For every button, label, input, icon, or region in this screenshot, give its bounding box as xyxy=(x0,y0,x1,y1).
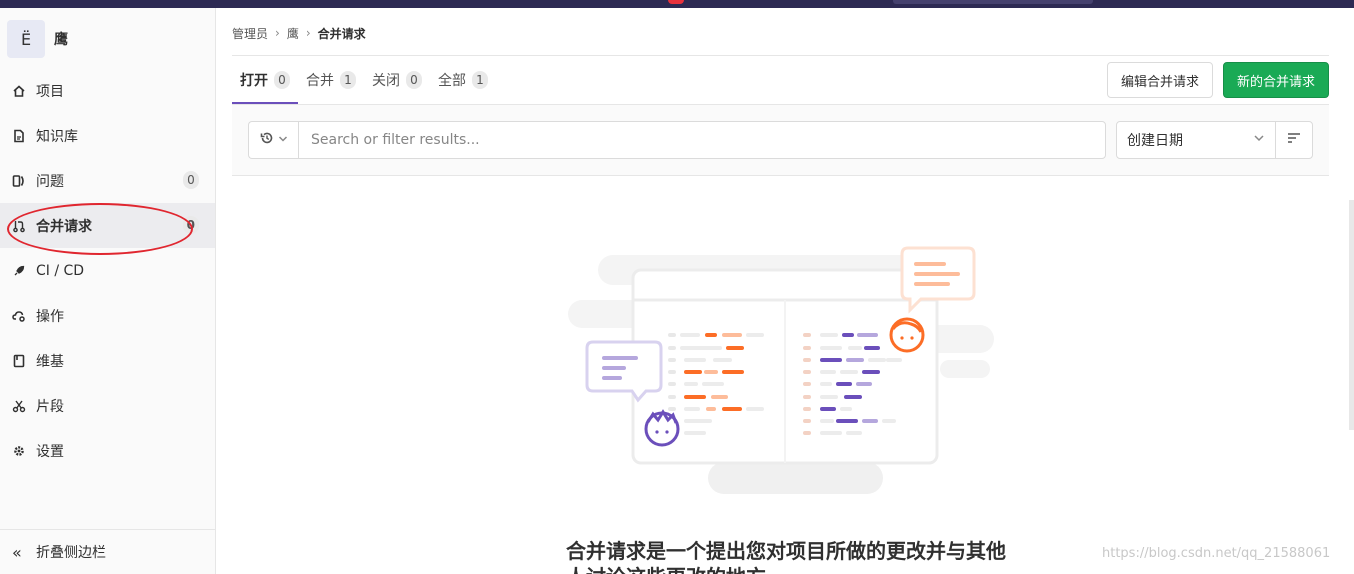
rocket-icon xyxy=(12,264,26,278)
breadcrumb-item[interactable]: 管理员 xyxy=(232,25,268,42)
tab-opened[interactable]: 打开 0 xyxy=(232,56,298,104)
new-merge-request-button[interactable]: 新的合并请求 xyxy=(1223,62,1329,98)
tab-count-badge: 0 xyxy=(406,71,422,89)
sort-direction-button[interactable] xyxy=(1275,121,1313,159)
watermark: https://blog.csdn.net/qq_21588061 xyxy=(1102,546,1331,561)
scissors-icon xyxy=(12,399,26,413)
chevron-right-icon: › xyxy=(275,26,280,40)
project-name[interactable]: 鹰 xyxy=(54,29,68,49)
sidebar-item-settings[interactable]: 设置 xyxy=(0,428,215,473)
sidebar: Ë 鹰 项目 知识库 问题 0 合并请求 0 CI / CD 操作 维基 片段 … xyxy=(0,8,216,574)
double-chevron-left-icon: « xyxy=(12,542,22,562)
document-icon xyxy=(12,129,26,143)
collapse-sidebar-button[interactable]: « 折叠侧边栏 xyxy=(0,529,215,574)
chevron-down-icon xyxy=(278,132,288,148)
breadcrumb-current[interactable]: 合并请求 xyxy=(318,25,366,42)
tab-merged[interactable]: 合并 1 xyxy=(298,56,364,104)
sidebar-item-issues[interactable]: 问题 0 xyxy=(0,158,215,203)
sidebar-item-merge-requests[interactable]: 合并请求 0 xyxy=(0,203,215,248)
search-input[interactable] xyxy=(298,121,1106,159)
sidebar-item-repository[interactable]: 知识库 xyxy=(0,113,215,158)
sort-value: 创建日期 xyxy=(1127,133,1183,149)
sidebar-item-project[interactable]: 项目 xyxy=(0,68,215,113)
tab-all[interactable]: 全部 1 xyxy=(430,56,496,104)
sidebar-item-snippets[interactable]: 片段 xyxy=(0,383,215,428)
gear-icon xyxy=(12,444,26,458)
merge-requests-illustration xyxy=(568,246,994,494)
sidebar-item-label: 操作 xyxy=(36,308,64,325)
history-icon xyxy=(260,131,274,149)
breadcrumb: 管理员 › 鹰 › 合并请求 xyxy=(232,24,366,42)
edit-merge-requests-button[interactable]: 编辑合并请求 xyxy=(1107,62,1213,98)
issues-icon xyxy=(12,174,26,188)
tab-count-badge: 0 xyxy=(274,71,290,89)
sidebar-item-label: 问题 xyxy=(36,173,64,190)
breadcrumb-item[interactable]: 鹰 xyxy=(287,25,299,42)
empty-state-title: 合并请求是一个提出您对项目所做的更改并与其他人讨论这些更改的地方 xyxy=(566,539,1006,574)
scrollbar[interactable] xyxy=(1349,200,1354,430)
sidebar-item-label: CI / CD xyxy=(36,262,85,279)
sort-lines-icon xyxy=(1287,132,1301,148)
tab-label: 全部 xyxy=(438,73,466,89)
sidebar-item-ci-cd[interactable]: CI / CD xyxy=(0,248,215,293)
tab-label: 打开 xyxy=(240,73,268,89)
sidebar-item-label: 设置 xyxy=(36,443,64,460)
merge-request-icon xyxy=(12,219,26,233)
tab-label: 合并 xyxy=(306,73,334,89)
tab-closed[interactable]: 关闭 0 xyxy=(364,56,430,104)
project-header[interactable]: Ë 鹰 xyxy=(7,19,207,59)
notification-dot xyxy=(668,0,684,4)
collapse-sidebar-label: 折叠侧边栏 xyxy=(36,545,106,561)
sidebar-item-wiki[interactable]: 维基 xyxy=(0,338,215,383)
merge-requests-count-badge: 0 xyxy=(182,216,199,234)
sort-dropdown[interactable]: 创建日期 xyxy=(1116,121,1276,159)
cloud-gear-icon xyxy=(12,309,26,323)
project-avatar[interactable]: Ë xyxy=(7,20,45,58)
recent-searches-button[interactable] xyxy=(248,121,299,159)
sidebar-item-operations[interactable]: 操作 xyxy=(0,293,215,338)
issues-count-badge: 0 xyxy=(183,171,199,189)
sidebar-item-label: 合并请求 xyxy=(36,218,92,235)
navbar-search[interactable] xyxy=(893,0,1093,4)
sidebar-item-label: 知识库 xyxy=(36,128,78,145)
sidebar-item-label: 维基 xyxy=(36,353,64,370)
chevron-right-icon: › xyxy=(305,26,311,40)
home-icon xyxy=(12,84,26,98)
sidebar-item-label: 片段 xyxy=(36,398,64,415)
chevron-down-icon xyxy=(1253,132,1265,148)
sidebar-item-label: 项目 xyxy=(36,83,64,100)
book-icon xyxy=(12,354,26,368)
top-navbar xyxy=(0,0,1354,8)
sidebar-nav: 项目 知识库 问题 0 合并请求 0 CI / CD 操作 维基 片段 设置 xyxy=(0,68,215,473)
state-tabs: 打开 0 合并 1 关闭 0 全部 1 xyxy=(232,56,496,104)
tab-count-badge: 1 xyxy=(472,71,488,89)
tab-label: 关闭 xyxy=(372,73,400,89)
filter-bar: 创建日期 xyxy=(232,104,1329,176)
tab-count-badge: 1 xyxy=(340,71,356,89)
